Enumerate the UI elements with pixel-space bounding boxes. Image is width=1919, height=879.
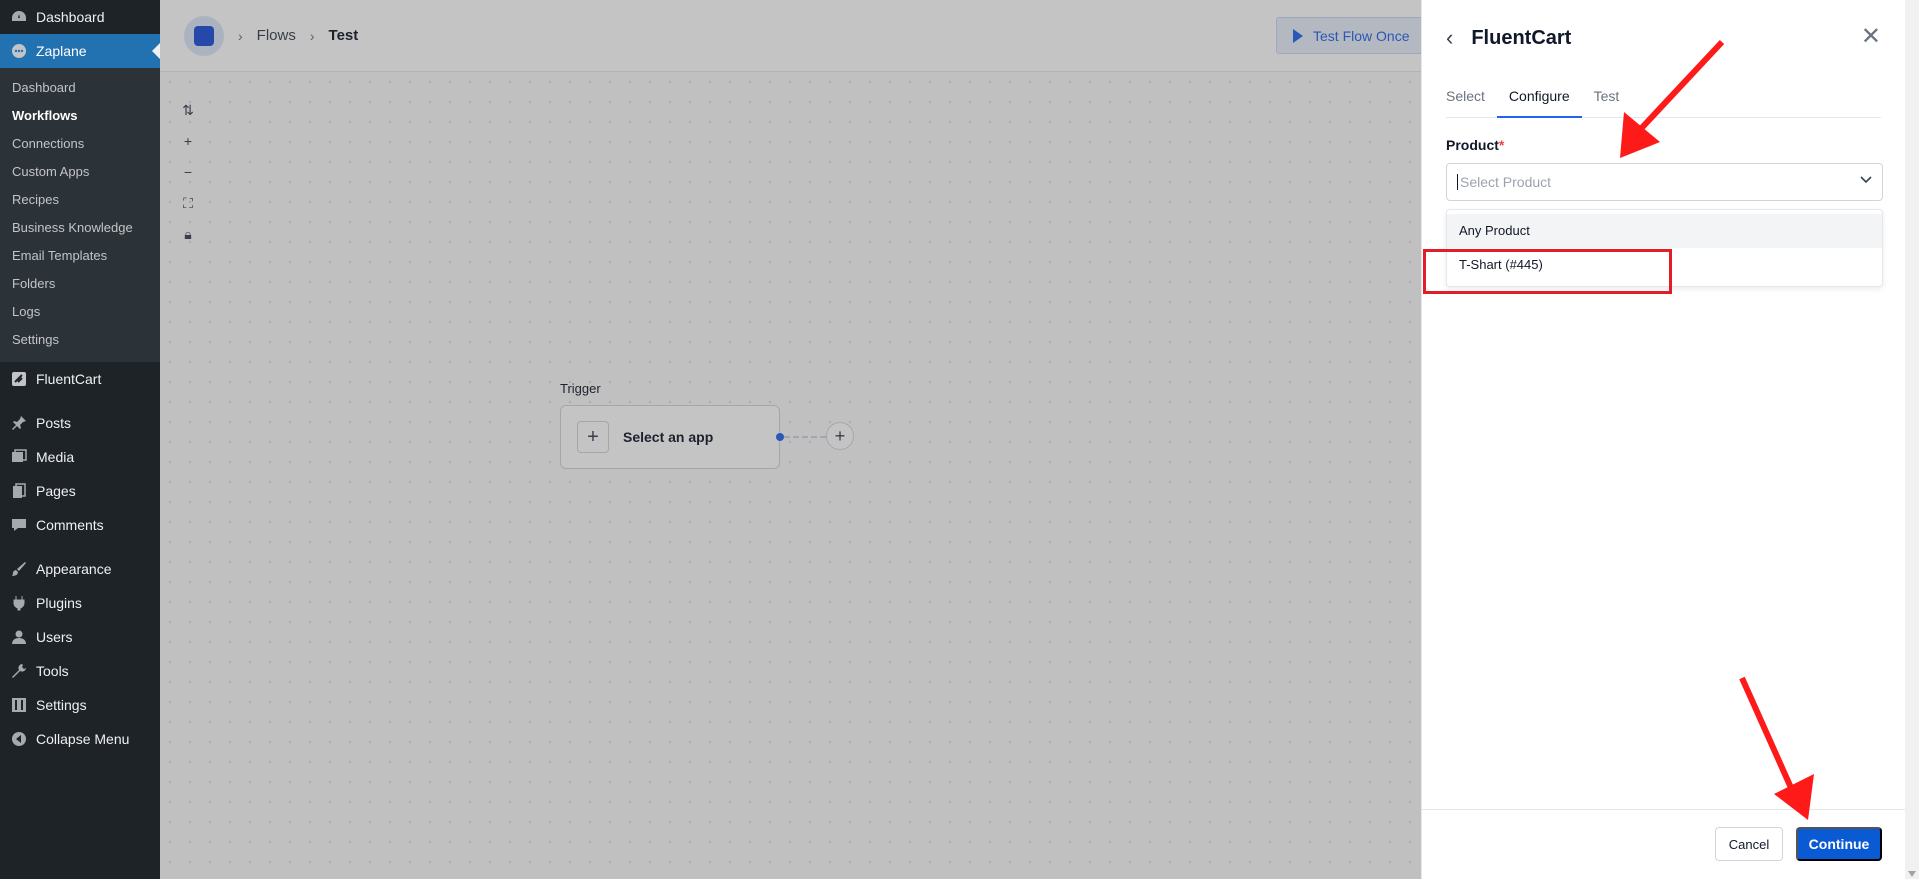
chevron-down-icon — [1860, 176, 1872, 184]
close-icon[interactable]: ✕ — [1861, 22, 1881, 51]
pages-icon — [10, 482, 28, 500]
product-field-label: Product* — [1446, 137, 1504, 153]
menu-comments-label: Comments — [36, 517, 104, 533]
submenu-dashboard[interactable]: Dashboard — [0, 74, 160, 102]
product-select[interactable]: Select Product — [1446, 163, 1883, 201]
page-scrollbar[interactable] — [1905, 0, 1919, 879]
chevron-left-icon[interactable]: ‹ — [1446, 25, 1453, 51]
scroll-down-icon[interactable] — [1908, 871, 1916, 877]
submenu-business-knowledge[interactable]: Business Knowledge — [0, 214, 160, 242]
settings-icon — [10, 696, 28, 714]
media-icon — [10, 448, 28, 466]
fluentcart-icon — [10, 370, 28, 388]
submenu-custom-apps[interactable]: Custom Apps — [0, 158, 160, 186]
modal-backdrop[interactable] — [160, 0, 1421, 879]
menu-collapse[interactable]: Collapse Menu — [0, 722, 160, 756]
workflow-builder: › Flows › Test Test Flow Once ⇅ + − ⛶ 🔒︎… — [160, 0, 1919, 879]
cancel-button[interactable]: Cancel — [1715, 827, 1783, 861]
brush-icon — [10, 560, 28, 578]
menu-tools-label: Tools — [36, 663, 69, 679]
menu-users-label: Users — [36, 629, 73, 645]
drawer-footer: Cancel Continue — [1422, 809, 1906, 879]
annotation-highlight-box — [1423, 249, 1672, 294]
menu-appearance[interactable]: Appearance — [0, 552, 160, 586]
continue-button[interactable]: Continue — [1796, 827, 1882, 861]
required-mark: * — [1498, 137, 1505, 153]
menu-comments[interactable]: Comments — [0, 508, 160, 542]
menu-settings-label: Settings — [36, 697, 87, 713]
submenu-settings[interactable]: Settings — [0, 326, 160, 354]
submenu-email-templates[interactable]: Email Templates — [0, 242, 160, 270]
menu-posts[interactable]: Posts — [0, 406, 160, 440]
menu-collapse-label: Collapse Menu — [36, 731, 130, 747]
menu-appearance-label: Appearance — [36, 561, 112, 577]
option-any-product[interactable]: Any Product — [1447, 214, 1882, 248]
dashboard-icon — [10, 8, 28, 26]
submenu-logs[interactable]: Logs — [0, 298, 160, 326]
menu-tools[interactable]: Tools — [0, 654, 160, 688]
drawer-tabs: Select Configure Test — [1446, 84, 1881, 118]
submenu-recipes[interactable]: Recipes — [0, 186, 160, 214]
pin-icon — [10, 414, 28, 432]
menu-posts-label: Posts — [36, 415, 72, 431]
wp-admin-sidebar: Dashboard Zaplane Dashboard Workflows Co… — [0, 0, 160, 879]
zaplane-submenu: Dashboard Workflows Connections Custom A… — [0, 68, 160, 362]
collapse-icon — [10, 730, 28, 748]
wrench-icon — [10, 662, 28, 680]
menu-users[interactable]: Users — [0, 620, 160, 654]
menu-pages[interactable]: Pages — [0, 474, 160, 508]
user-icon — [10, 628, 28, 646]
product-label-text: Product — [1446, 137, 1499, 153]
comment-icon — [10, 516, 28, 534]
menu-plugins-label: Plugins — [36, 595, 82, 611]
menu-fluentcart[interactable]: FluentCart — [0, 362, 160, 396]
menu-fluentcart-label: FluentCart — [36, 371, 102, 387]
drawer-title: FluentCart — [1471, 26, 1572, 49]
menu-dashboard-label: Dashboard — [36, 9, 105, 25]
menu-pages-label: Pages — [36, 483, 76, 499]
tab-test[interactable]: Test — [1594, 84, 1632, 118]
menu-plugins[interactable]: Plugins — [0, 586, 160, 620]
menu-dashboard[interactable]: Dashboard — [0, 0, 160, 34]
submenu-workflows[interactable]: Workflows — [0, 102, 160, 130]
menu-media-label: Media — [36, 449, 75, 465]
menu-settings[interactable]: Settings — [0, 688, 160, 722]
app-config-drawer: ‹ FluentCart ✕ Select Configure Test Pro… — [1421, 0, 1906, 879]
menu-zaplane[interactable]: Zaplane — [0, 34, 160, 68]
zaplane-icon — [10, 42, 28, 60]
text-cursor — [1457, 174, 1458, 190]
submenu-connections[interactable]: Connections — [0, 130, 160, 158]
product-select-placeholder: Select Product — [1460, 174, 1552, 190]
drawer-header: ‹ FluentCart ✕ — [1446, 22, 1881, 52]
submenu-folders[interactable]: Folders — [0, 270, 160, 298]
tab-select[interactable]: Select — [1446, 84, 1497, 118]
plug-icon — [10, 594, 28, 612]
tab-configure[interactable]: Configure — [1496, 84, 1582, 118]
menu-zaplane-label: Zaplane — [36, 43, 87, 59]
menu-media[interactable]: Media — [0, 440, 160, 474]
